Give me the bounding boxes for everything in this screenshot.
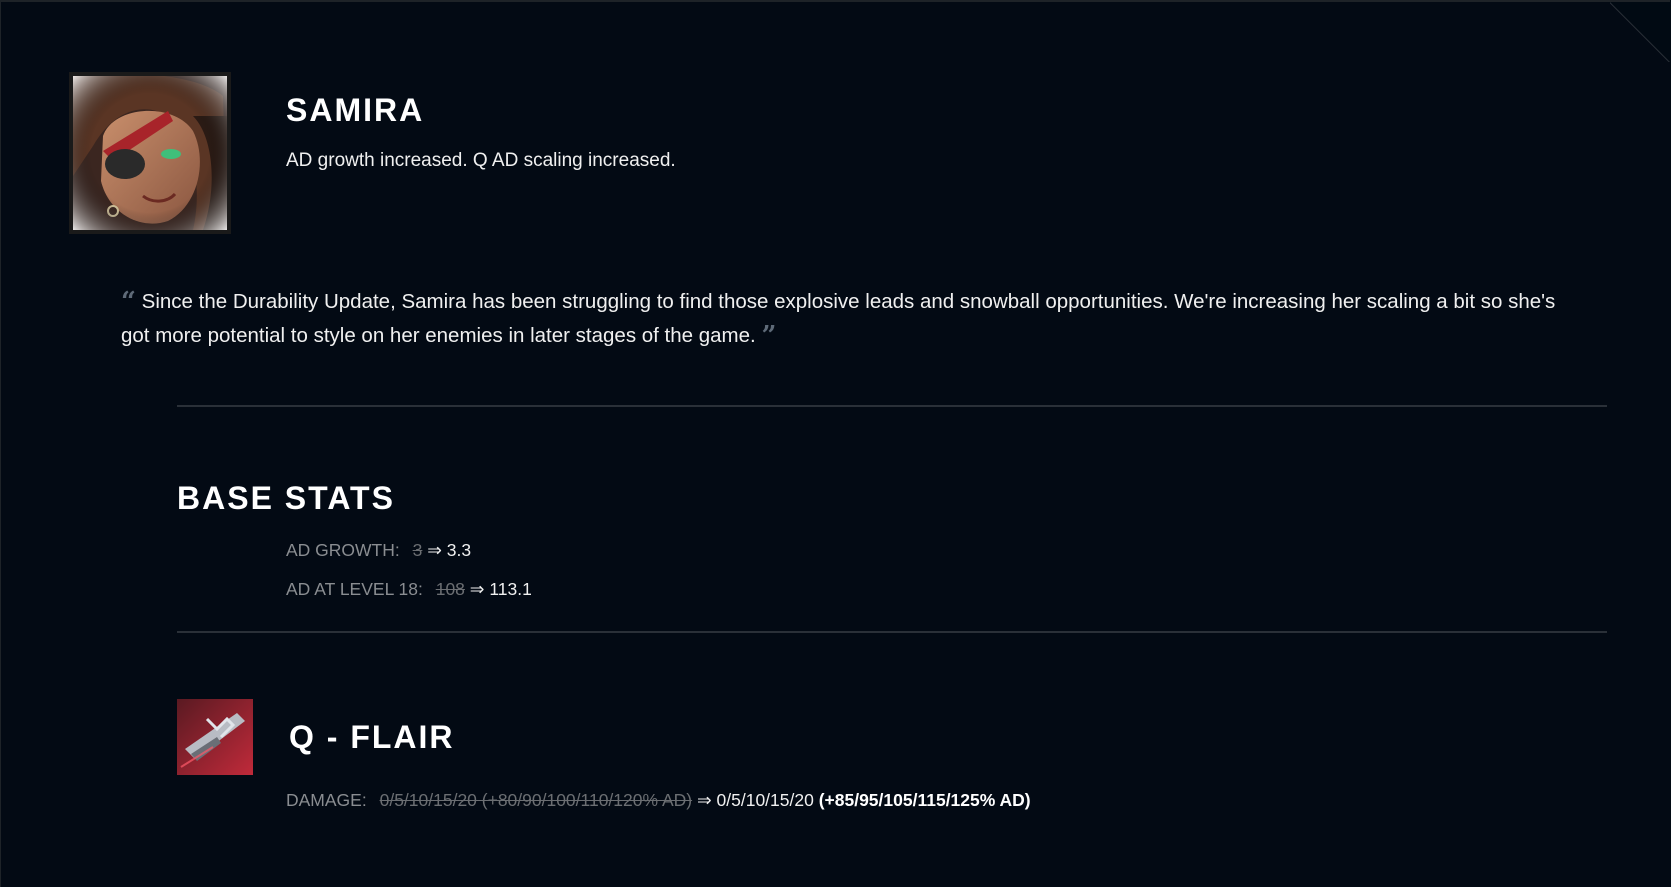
change-row-ad-growth: AD GROWTH: 3 ⇒ 3.3	[286, 540, 471, 561]
arrow-icon: ⇒	[696, 790, 712, 810]
old-value: 108	[435, 579, 465, 599]
corner-accent	[1610, 2, 1670, 62]
section-divider	[177, 405, 1607, 407]
champion-summary: AD growth increased. Q AD scaling increa…	[286, 150, 676, 171]
change-attribute: AD AT LEVEL 18:	[286, 579, 423, 599]
patch-notes-panel: SAMIRA AD growth increased. Q AD scaling…	[0, 0, 1670, 887]
new-value: 0/5/10/15/20	[716, 790, 814, 810]
context-text: Since the Durability Update, Samira has …	[121, 290, 1556, 347]
old-value: 0/5/10/15/20 (+80/90/100/110/120% AD)	[379, 790, 693, 810]
change-attribute: DAMAGE:	[286, 790, 367, 810]
new-value: 3.3	[446, 540, 472, 560]
designer-context-quote: “ Since the Durability Update, Samira ha…	[121, 285, 1561, 353]
arrow-icon: ⇒	[469, 579, 485, 599]
close-quote-icon: ”	[761, 321, 777, 351]
open-quote-icon: “	[121, 287, 136, 317]
flair-ability-icon	[177, 699, 253, 775]
arrow-icon: ⇒	[427, 540, 442, 560]
new-value: 113.1	[489, 579, 532, 599]
champion-name: SAMIRA	[286, 92, 425, 128]
change-row-damage: DAMAGE: 0/5/10/15/20 (+80/90/100/110/120…	[286, 790, 1031, 811]
change-attribute: AD GROWTH:	[286, 540, 400, 560]
ability-title: Q - FLAIR	[289, 719, 455, 755]
change-row-ad-level-18: AD AT LEVEL 18: 108 ⇒ 113.1	[286, 579, 532, 600]
samira-portrait-icon	[69, 72, 231, 234]
old-value: 3	[412, 540, 423, 560]
new-value-scaling: (+85/95/105/115/125% AD)	[818, 790, 1031, 810]
section-divider	[177, 631, 1607, 633]
base-stats-title: BASE STATS	[177, 480, 395, 516]
